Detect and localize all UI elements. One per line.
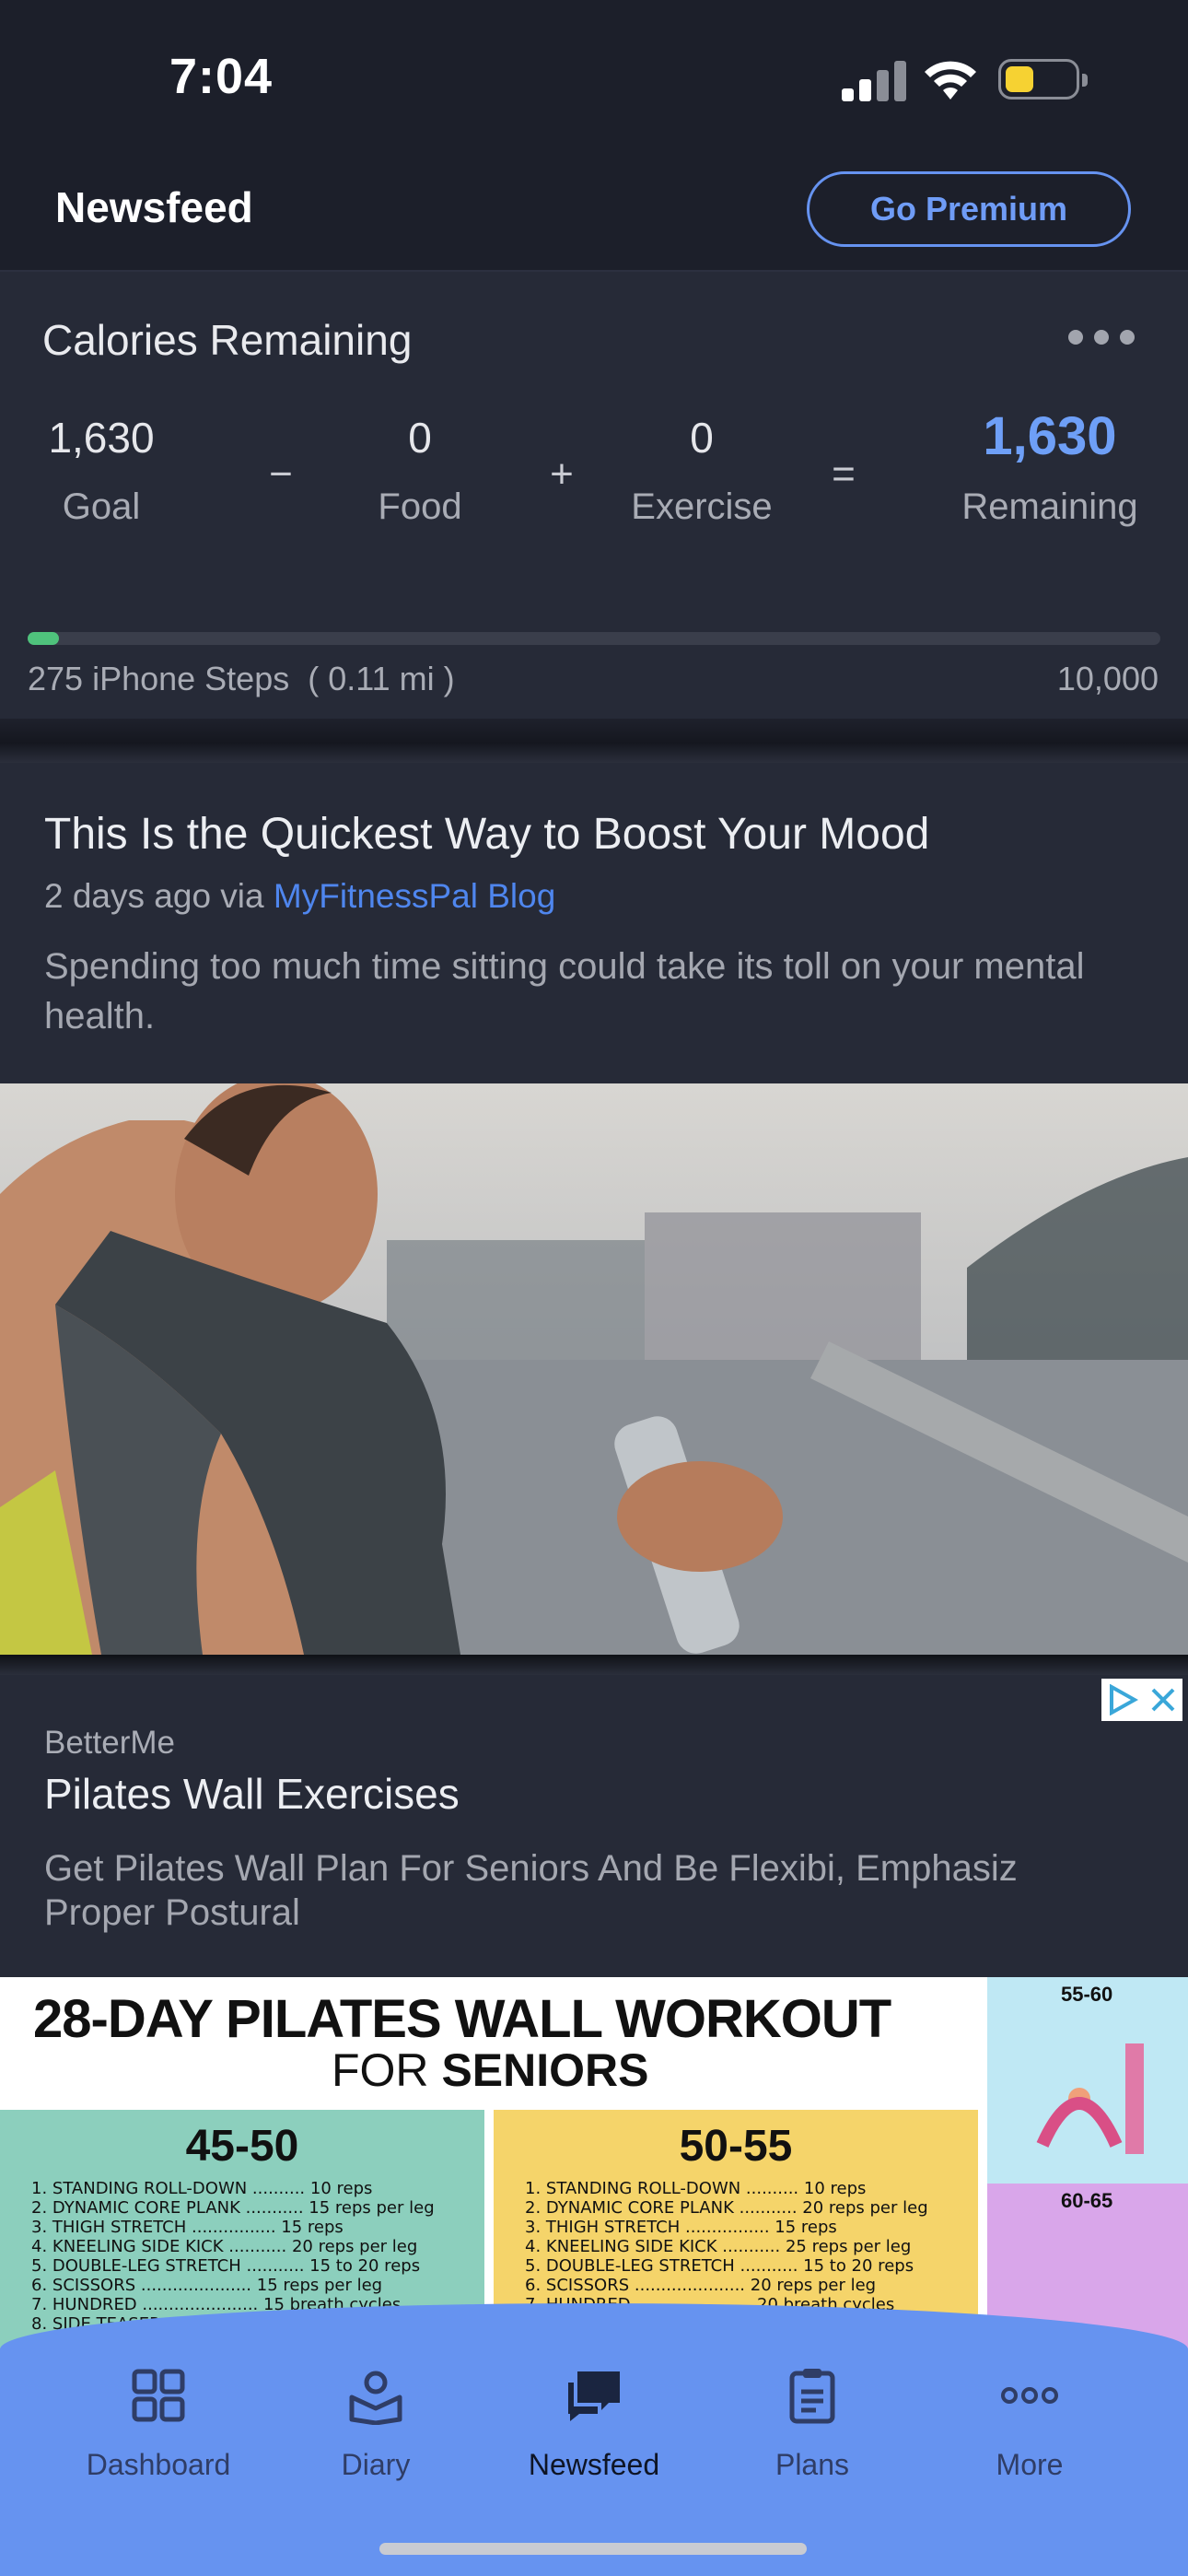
ad-description: Get Pilates Wall Plan For Seniors And Be… <box>44 1848 1018 1933</box>
article-meta: 2 days ago via MyFitnessPal Blog <box>44 877 555 916</box>
wifi-icon <box>925 61 976 100</box>
food-value: 0 <box>408 414 432 462</box>
ad-column-heading: 45-50 <box>185 2122 299 2171</box>
ad-list-item: 3. THIGH STRETCH ................ 15 rep… <box>31 2218 344 2237</box>
close-icon[interactable] <box>1149 1686 1177 1714</box>
battery-icon <box>998 59 1088 100</box>
steps-goal: 10,000 <box>1056 660 1159 697</box>
steps-text: 275 iPhone Steps ( 0.11 mi ) <box>28 660 455 697</box>
exercise-label: Exercise <box>631 486 773 527</box>
remaining-value: 1,630 <box>983 406 1117 466</box>
home-indicator <box>379 2543 807 2555</box>
article-photo-illustration <box>0 1083 1188 1655</box>
exercise-value: 0 <box>690 414 714 462</box>
article-image[interactable] <box>0 1083 1188 1655</box>
article-description: Spending too much time sitting could tak… <box>44 946 1085 1036</box>
newsfeed-icon <box>568 2371 620 2421</box>
food-label: Food <box>378 486 462 527</box>
article-source-link[interactable]: MyFitnessPal Blog <box>274 877 555 915</box>
ad-column-heading: 50-55 <box>679 2122 793 2171</box>
ad-sub-bold: SENIORS <box>441 2044 649 2096</box>
calories-title: Calories Remaining <box>42 316 413 364</box>
tab-more[interactable]: More <box>928 2366 1131 2482</box>
ad-list-item: 1. STANDING ROLL-DOWN .......... 10 reps <box>525 2179 867 2198</box>
ad-list-item: 4. KNEELING SIDE KICK ........... 20 rep… <box>31 2237 418 2256</box>
equals-operator: = <box>832 451 856 497</box>
article-time: 2 days ago via <box>44 877 274 915</box>
ad-list-item: 1. STANDING ROLL-DOWN .......... 10 reps <box>31 2179 373 2198</box>
ad-list-item: 5. DOUBLE-LEG STRETCH ........... 15 to … <box>525 2256 914 2276</box>
section-divider <box>0 719 1188 763</box>
ad-list-item: 6. SCISSORS ..................... 15 rep… <box>31 2276 383 2295</box>
tab-label: Diary <box>341 2448 411 2481</box>
cellular-signal-icon <box>842 61 906 101</box>
plus-operator: + <box>550 451 574 497</box>
ad-exercise-list: 1. STANDING ROLL-DOWN .......... 10 reps… <box>525 2179 978 2314</box>
ad-list-item: 6. SCISSORS ..................... 20 rep… <box>525 2276 877 2295</box>
more-icon <box>1001 2387 1058 2404</box>
ad-image-headline: 28-DAY PILATES WALL WORKOUT <box>33 1989 891 2049</box>
ad-list-item: 5. DOUBLE-LEG STRETCH ........... 15 to … <box>31 2256 421 2276</box>
steps-progress-bar <box>28 632 1160 645</box>
ad-title[interactable]: Pilates Wall Exercises <box>44 1769 460 1819</box>
ad-list-item: 3. THIGH STRETCH ................ 15 rep… <box>525 2218 837 2237</box>
steps-progress-fill <box>28 632 60 645</box>
more-options-icon[interactable] <box>1068 330 1135 346</box>
ad-sub-prefix: FOR <box>332 2044 442 2096</box>
tab-label: Newsfeed <box>528 2448 660 2481</box>
tab-label: More <box>996 2448 1064 2481</box>
ad-list-item: 2. DYNAMIC CORE PLANK ........... 20 rep… <box>525 2198 928 2218</box>
goal-label: Goal <box>62 486 141 527</box>
go-premium-button[interactable]: Go Premium <box>807 171 1131 247</box>
page-title: Newsfeed <box>55 183 253 231</box>
tab-diary[interactable]: Diary <box>274 2366 477 2482</box>
tab-label: Dashboard <box>86 2448 231 2481</box>
pilates-figure-icon <box>1036 2043 1144 2154</box>
tab-dashboard[interactable]: Dashboard <box>57 2366 260 2482</box>
tab-label: Plans <box>775 2448 850 2481</box>
plans-icon <box>789 2369 835 2424</box>
status-time: 7:04 <box>169 49 274 104</box>
tab-plans[interactable]: Plans <box>711 2366 914 2482</box>
tab-newsfeed[interactable]: Newsfeed <box>493 2366 695 2482</box>
section-divider-2 <box>0 1655 1188 1675</box>
adchoices-icon[interactable] <box>1101 1679 1182 1721</box>
remaining-label: Remaining <box>961 486 1138 527</box>
ad-image-subheadline: FOR SENIORS <box>332 2043 649 2097</box>
ad-list-item: 4. KNEELING SIDE KICK ........... 25 rep… <box>525 2237 912 2256</box>
goal-value: 1,630 <box>48 414 155 462</box>
dashboard-icon <box>132 2369 185 2422</box>
ad-column-heading: 55-60 <box>1061 1983 1113 2006</box>
article-title[interactable]: This Is the Quickest Way to Boost Your M… <box>44 809 929 860</box>
ad-list-item: 2. DYNAMIC CORE PLANK ........... 15 rep… <box>31 2198 435 2218</box>
diary-icon <box>349 2371 402 2426</box>
ad-brand: BetterMe <box>44 1725 175 1761</box>
adchoices-triangle-icon <box>1110 1684 1138 1715</box>
ad-column-heading: 60-65 <box>1061 2189 1113 2212</box>
minus-operator: − <box>269 451 293 497</box>
